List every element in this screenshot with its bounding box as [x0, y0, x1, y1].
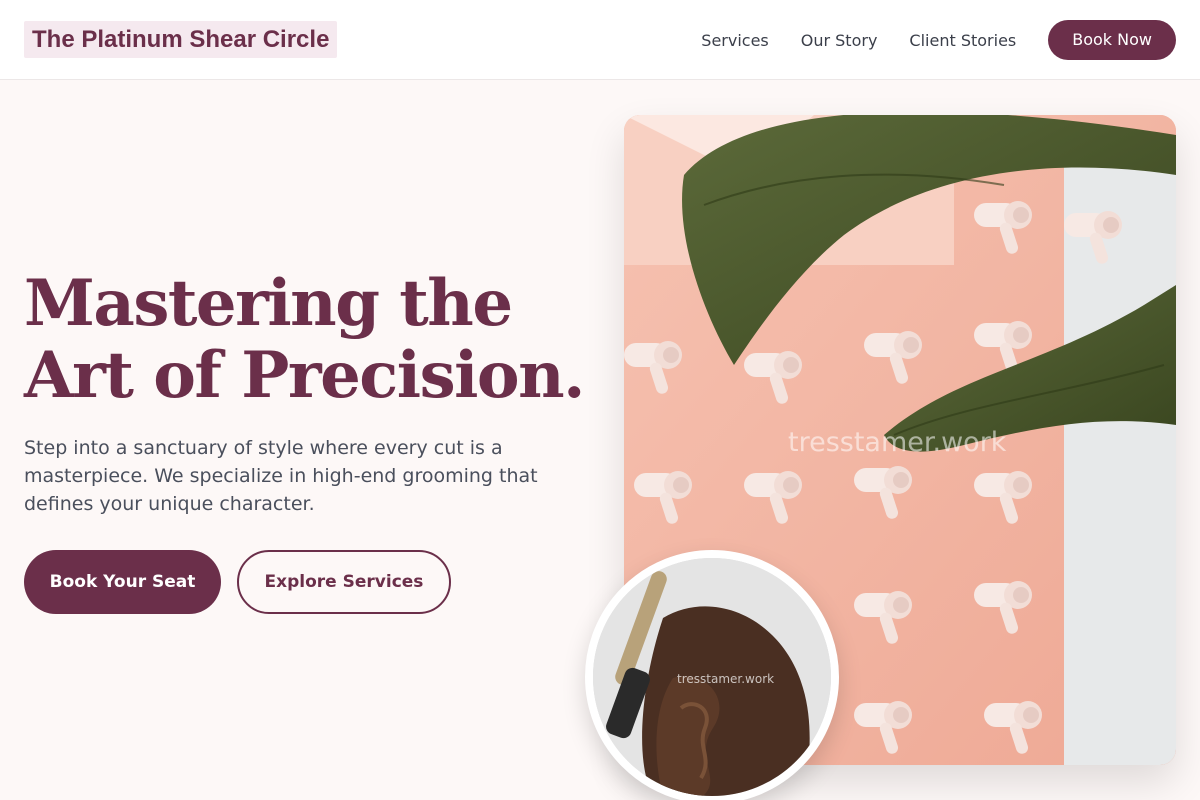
hero-description: Step into a sanctuary of style where eve…: [24, 437, 538, 515]
main-nav: Services Our Story Client Stories Book N…: [701, 20, 1176, 60]
nav-link-client-stories[interactable]: Client Stories: [909, 31, 1016, 50]
explore-services-button[interactable]: Explore Services: [237, 550, 451, 614]
nav-link-our-story[interactable]: Our Story: [801, 31, 878, 50]
hero-title-line-2: Art of Precision.: [24, 338, 585, 413]
image-watermark: tresstamer.work: [788, 427, 1007, 458]
curling-iron-image: tresstamer.work: [585, 550, 839, 800]
site-logo[interactable]: The Platinum Shear Circle: [24, 21, 338, 58]
hero-title-line-1: Mastering the: [24, 266, 513, 341]
book-now-button[interactable]: Book Now: [1048, 20, 1176, 60]
book-your-seat-button[interactable]: Book Your Seat: [24, 550, 221, 614]
nav-link-services[interactable]: Services: [701, 31, 768, 50]
circle-image-watermark: tresstamer.work: [677, 672, 775, 686]
hero-title: Mastering the Art of Precision.: [24, 268, 604, 412]
site-header: The Platinum Shear Circle Services Our S…: [0, 0, 1200, 80]
